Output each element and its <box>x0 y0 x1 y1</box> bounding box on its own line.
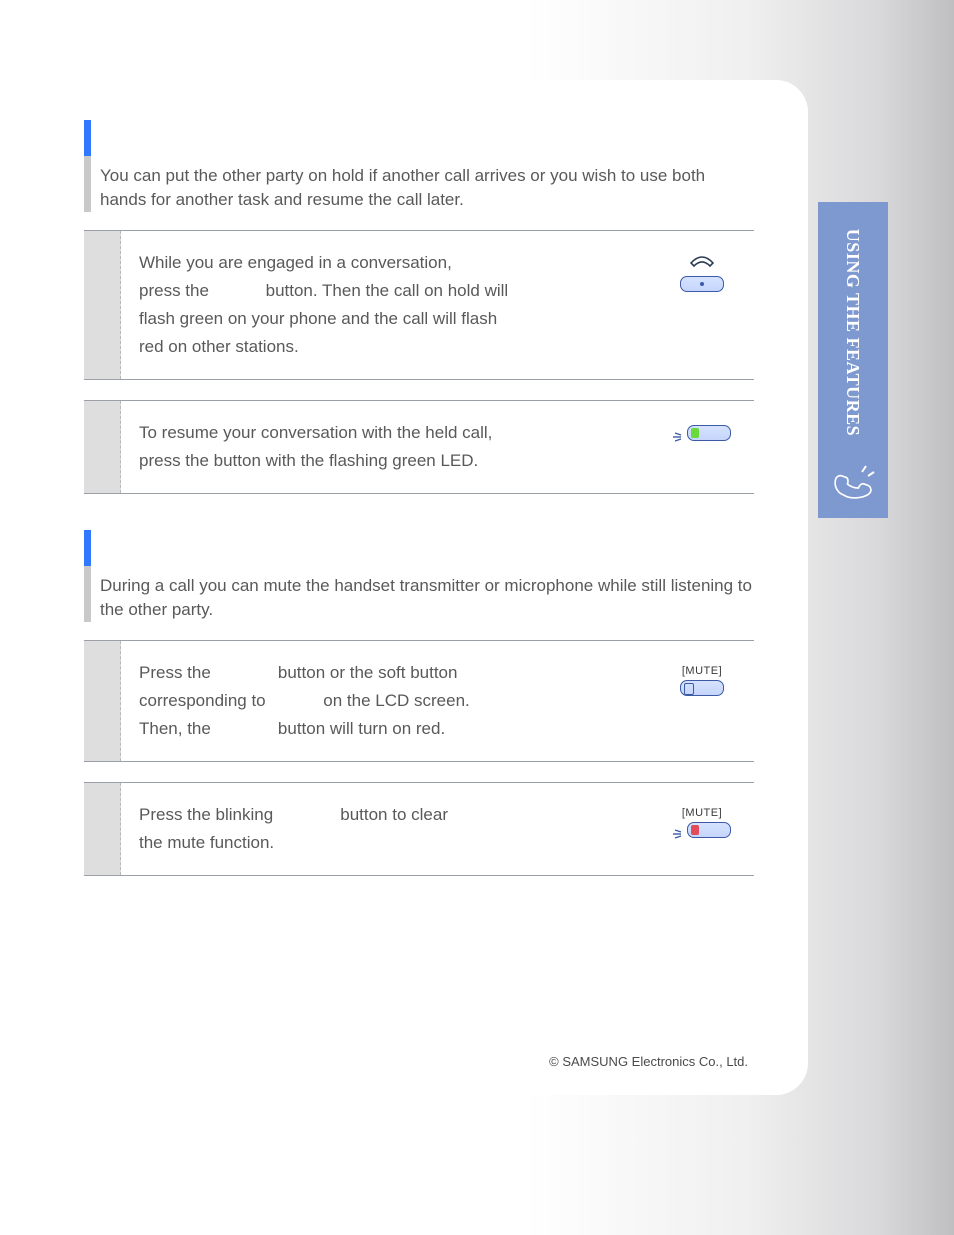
mute-step-2: Press the blinking [MUTE] button to clea… <box>84 782 754 876</box>
hold-step1-illustration <box>660 249 744 361</box>
phone-ring-icon <box>830 460 878 508</box>
mute-label: [MUTE] <box>660 807 744 819</box>
phone-key-red-icon <box>687 822 731 838</box>
accent-bar-blue <box>84 120 91 156</box>
handset-icon <box>689 255 715 274</box>
hold-step2-text: To resume your conversation with the hel… <box>139 419 660 475</box>
phone-key-icon <box>680 276 724 292</box>
flash-rays-icon <box>673 429 685 445</box>
flash-rays-icon <box>673 826 685 842</box>
step-number-column <box>84 641 121 761</box>
step-number-column <box>84 783 121 875</box>
hold-step2-illustration <box>660 419 744 475</box>
hold-intro-text: You can put the other party on hold if a… <box>100 164 754 212</box>
mute-step2-illustration: [MUTE] <box>660 801 744 857</box>
content-card: You can put the other party on hold if a… <box>30 80 808 1095</box>
accent-bar-gray <box>84 156 91 212</box>
section-hold-intro: You can put the other party on hold if a… <box>84 120 754 212</box>
phone-key-green-icon <box>687 425 731 441</box>
hold-step-2: To resume your conversation with the hel… <box>84 400 754 494</box>
step-number-column <box>84 231 121 379</box>
accent-bar-gray <box>84 566 91 622</box>
copyright-text: © SAMSUNG Electronics Co., Ltd. <box>549 1054 748 1069</box>
hold-step1-text: While you are engaged in a conversation,… <box>139 249 660 361</box>
mute-step2-text: Press the blinking [MUTE] button to clea… <box>139 801 660 857</box>
accent-bar-blue <box>84 530 91 566</box>
page: You can put the other party on hold if a… <box>0 0 954 1235</box>
mute-intro-text: During a call you can mute the handset t… <box>100 574 754 622</box>
mute-step1-text: Press the [MUTE] button or the soft butt… <box>139 659 660 743</box>
step-number-column <box>84 401 121 493</box>
phone-key-plain-icon <box>680 680 724 696</box>
side-tab-label-wrap: USING THE FEATURES <box>818 222 888 442</box>
side-tab: USING THE FEATURES <box>818 202 888 518</box>
mute-step1-illustration: [MUTE] <box>660 659 744 743</box>
side-tab-label: USING THE FEATURES <box>843 228 864 435</box>
hold-step-1: While you are engaged in a conversation,… <box>84 230 754 380</box>
mute-step-1: Press the [MUTE] button or the soft butt… <box>84 640 754 762</box>
mute-label: [MUTE] <box>660 665 744 677</box>
section-mute-intro: During a call you can mute the handset t… <box>84 530 754 622</box>
